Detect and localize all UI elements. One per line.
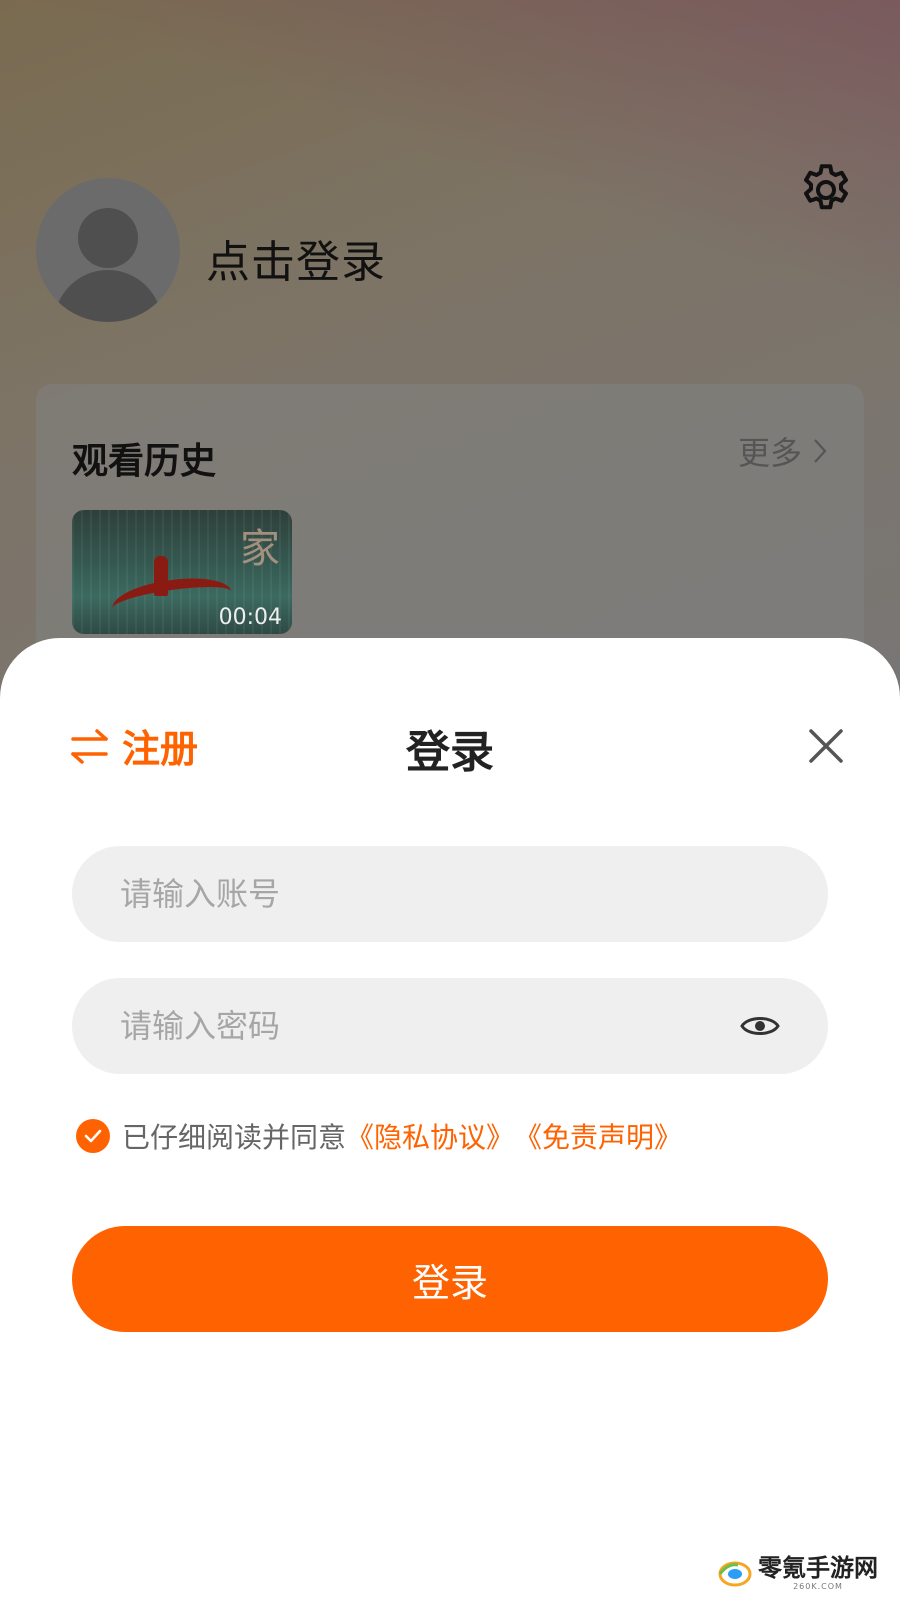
watermark-text: 零氪手游网: [758, 1554, 878, 1582]
history-more-label: 更多: [737, 434, 802, 472]
history-more-link[interactable]: 更多: [738, 428, 828, 474]
watermark-logo: 零氪手游网 260K.COM: [718, 1556, 878, 1591]
avatar-head-shape: [78, 208, 138, 268]
login-button[interactable]: 登录: [72, 1226, 828, 1332]
history-video-thumbnail[interactable]: 家 00:04: [72, 510, 292, 634]
close-icon[interactable]: [804, 724, 848, 768]
agreement-row: 已仔细阅读并同意 《隐私协议》 《免责声明》: [76, 1116, 682, 1156]
chevron-right-icon: [814, 439, 827, 463]
login-prompt[interactable]: 点击登录: [206, 226, 386, 290]
password-field[interactable]: [72, 978, 828, 1074]
agree-checkbox[interactable]: [76, 1119, 110, 1153]
account-field[interactable]: [72, 846, 828, 942]
history-title: 观看历史: [72, 441, 217, 482]
privacy-policy-link[interactable]: 《隐私协议》: [346, 1116, 514, 1156]
agreement-text: 已仔细阅读并同意: [122, 1121, 347, 1154]
disclaimer-link[interactable]: 《免责声明》: [514, 1116, 682, 1156]
gear-icon[interactable]: [796, 160, 856, 220]
avatar[interactable]: [36, 178, 180, 322]
sheet-title: 登录: [406, 727, 494, 778]
video-duration: 00:04: [218, 605, 282, 630]
avatar-body-shape: [54, 270, 162, 322]
watermark-logo-icon: [718, 1561, 752, 1586]
watermark-subtext: 260K.COM: [793, 1582, 843, 1591]
thumbnail-figure-shape: [154, 556, 168, 596]
check-icon: [84, 1129, 102, 1143]
account-input[interactable]: [120, 875, 780, 913]
login-bottom-sheet: 注册 登录 已仔细阅读并同意 《隐私协议》 《免责声明》 登录: [0, 638, 900, 1600]
thumbnail-glyph: 家: [240, 526, 280, 572]
password-input[interactable]: [120, 1007, 740, 1045]
eye-icon[interactable]: [740, 1013, 780, 1039]
